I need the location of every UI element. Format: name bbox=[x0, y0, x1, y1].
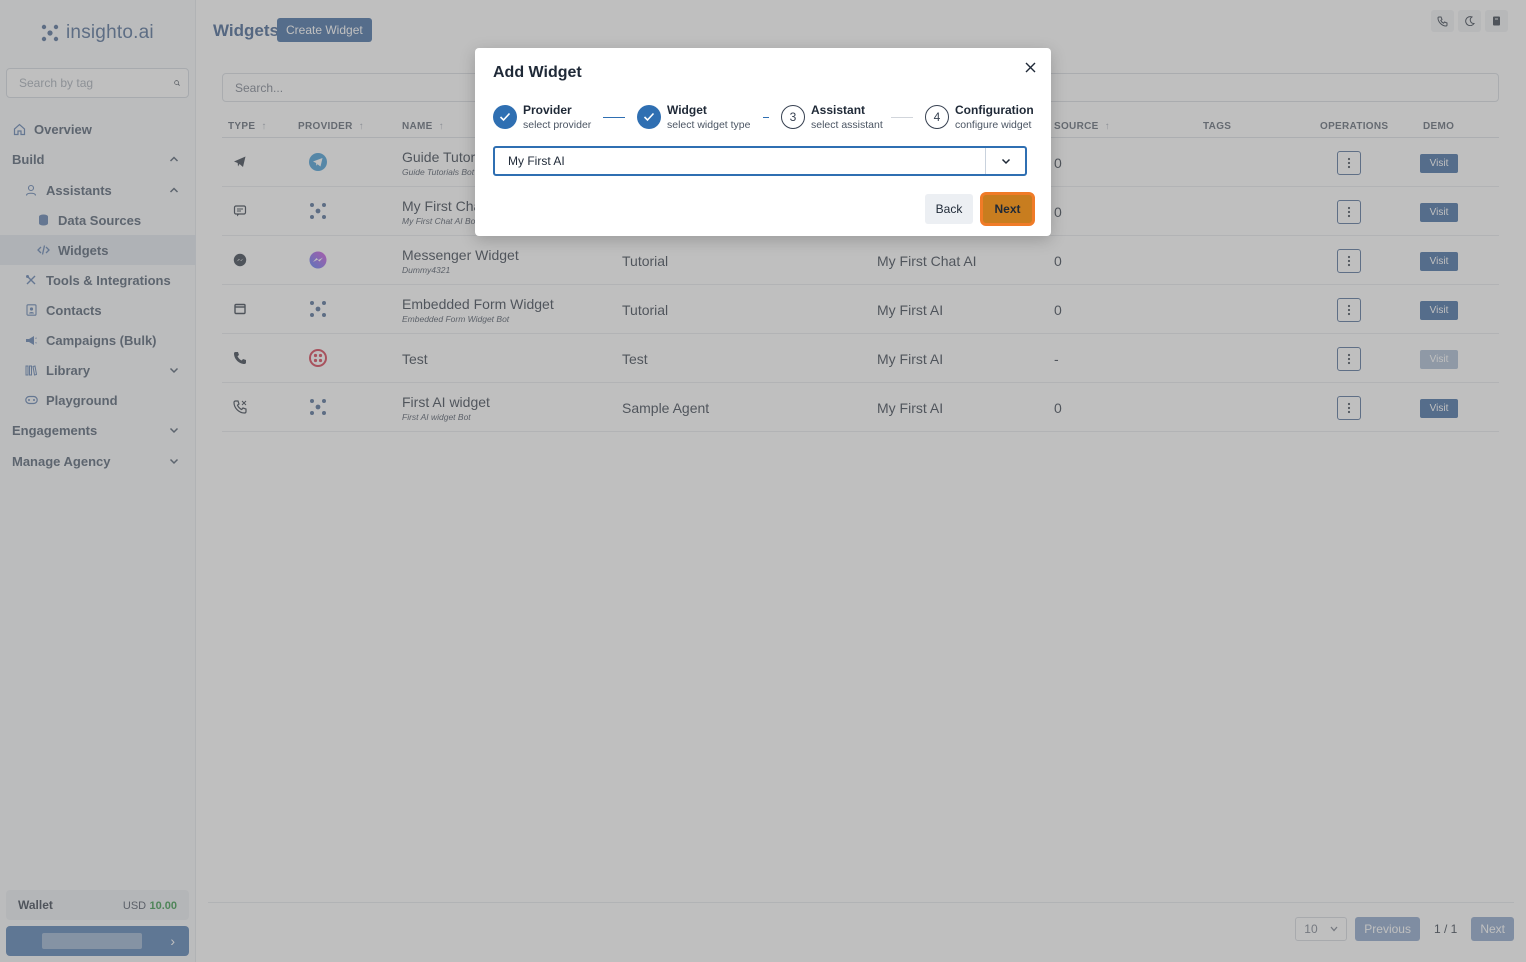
dialog-title: Add Widget bbox=[493, 64, 582, 81]
step-number: 4 bbox=[925, 105, 949, 129]
close-icon[interactable] bbox=[1021, 58, 1039, 76]
check-icon bbox=[637, 105, 661, 129]
step-title: Provider bbox=[523, 103, 572, 117]
step-subtitle: select provider bbox=[523, 119, 592, 131]
assistant-select[interactable]: My First AI bbox=[493, 146, 1027, 176]
step-configuration[interactable]: 4 Configuration configure widget bbox=[925, 103, 1034, 132]
step-assistant[interactable]: 3 Assistant select assistant bbox=[781, 103, 883, 132]
chevron-down-icon[interactable] bbox=[985, 148, 1025, 174]
stepper: Provider select provider Widget select w… bbox=[493, 103, 1038, 135]
add-widget-dialog: Add Widget Provider select provider Widg… bbox=[475, 48, 1051, 236]
step-subtitle: select assistant bbox=[811, 119, 883, 131]
step-subtitle: configure widget bbox=[955, 119, 1032, 131]
step-subtitle: select widget type bbox=[667, 119, 751, 131]
step-connector bbox=[603, 117, 625, 118]
step-number: 3 bbox=[781, 105, 805, 129]
step-connector bbox=[891, 117, 913, 118]
next-button[interactable]: Next bbox=[980, 192, 1035, 226]
back-button[interactable]: Back bbox=[925, 194, 973, 224]
assistant-select-value: My First AI bbox=[508, 154, 565, 168]
check-icon bbox=[493, 105, 517, 129]
step-widget[interactable]: Widget select widget type bbox=[637, 103, 750, 132]
step-title: Configuration bbox=[955, 103, 1034, 117]
step-connector bbox=[763, 117, 769, 118]
step-title: Widget bbox=[667, 103, 707, 117]
step-provider[interactable]: Provider select provider bbox=[493, 103, 591, 132]
step-title: Assistant bbox=[811, 103, 866, 117]
